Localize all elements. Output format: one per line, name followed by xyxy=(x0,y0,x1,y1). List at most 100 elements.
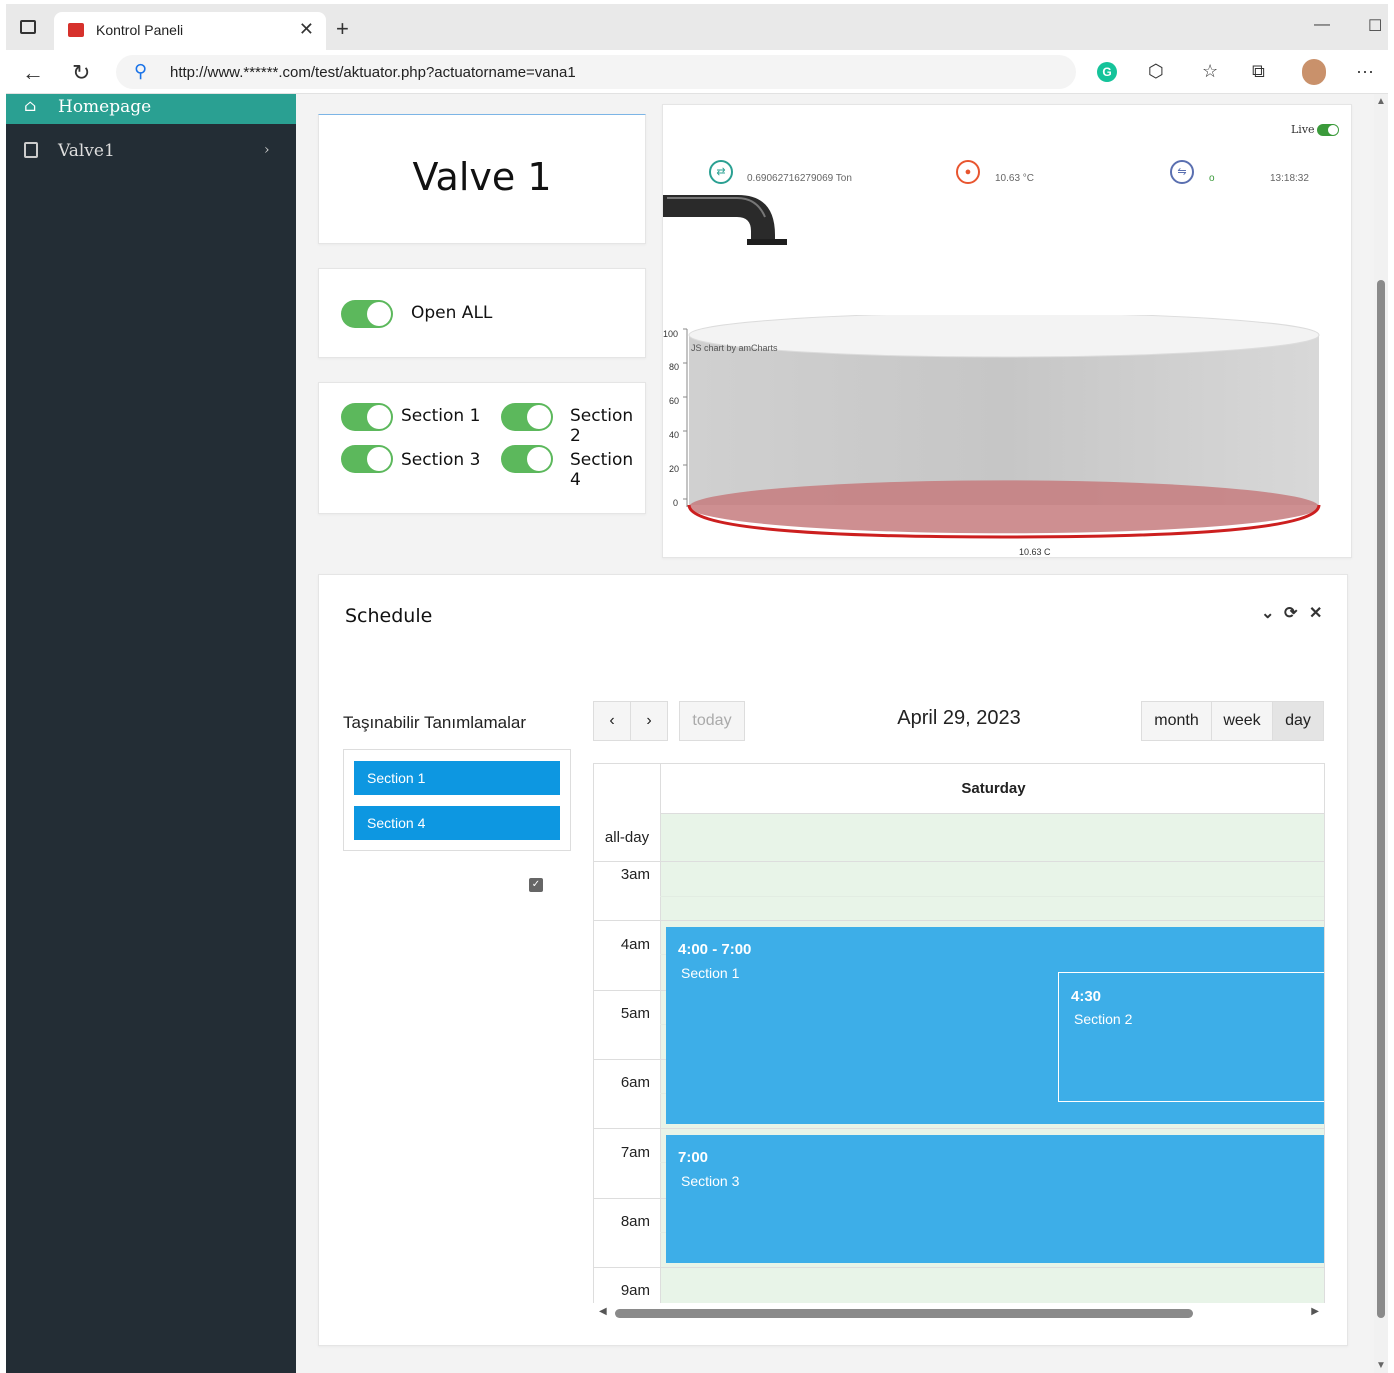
section-2-toggle[interactable] xyxy=(501,403,553,431)
calendar-grid: Saturday all-day 3am 4am 5am 6am 7am 8am… xyxy=(593,763,1325,1323)
minimize-icon[interactable]: — xyxy=(1314,16,1330,34)
scroll-down-icon[interactable]: ▼ xyxy=(1376,1360,1386,1371)
more-menu-icon[interactable]: ··· xyxy=(1356,61,1374,82)
sidebar-item-homepage[interactable]: ⌂ Homepage xyxy=(6,94,296,124)
open-all-label: Open ALL xyxy=(411,303,493,323)
event-time: 4:30 xyxy=(1071,988,1102,1005)
day-view-button[interactable]: day xyxy=(1272,701,1324,741)
calendar-date-title: April 29, 2023 xyxy=(897,707,1021,729)
external-event[interactable]: Section 1 xyxy=(354,761,560,795)
page-scroll-thumb[interactable] xyxy=(1377,280,1385,1318)
schedule-card: Schedule ⌄ ⟳ ✕ Taşınabilir Tanımlamalar … xyxy=(318,574,1348,1346)
status-sensor-icon: ⇋ xyxy=(1170,160,1194,184)
collections-icon[interactable]: ⧉ xyxy=(1252,61,1265,82)
allday-label: all-day xyxy=(594,814,660,862)
grammarly-icon[interactable]: G xyxy=(1097,62,1117,82)
temperature-value: 10.63 °C xyxy=(995,173,1035,184)
scroll-thumb[interactable] xyxy=(615,1309,1193,1318)
section-3-label: Section 3 xyxy=(401,450,481,470)
event-name: Section 1 xyxy=(681,965,740,981)
sidebar-item-valve1[interactable]: Valve1 › xyxy=(6,138,296,168)
url-text: http://www.******.com/test/aktuator.php?… xyxy=(170,64,576,81)
url-field[interactable]: ⚲ http://www.******.com/test/aktuator.ph… xyxy=(116,55,1076,89)
flow-value: 0.69062716279069 Ton xyxy=(747,173,852,184)
home-icon: ⌂ xyxy=(24,96,37,115)
hour-label: 7am xyxy=(620,1144,650,1161)
favicon-icon xyxy=(68,23,84,37)
close-icon[interactable]: ✕ xyxy=(1309,603,1322,623)
week-view-button[interactable]: week xyxy=(1211,701,1273,741)
calendar-event[interactable]: 4:30 Section 2 xyxy=(1058,972,1324,1102)
collapse-icon[interactable]: ⌄ xyxy=(1261,603,1274,623)
today-button[interactable]: today xyxy=(679,701,745,741)
event-time: 4:00 - 7:00 xyxy=(678,941,752,958)
remove-after-drop-checkbox[interactable]: ✓ xyxy=(529,878,543,892)
tank-value-label: 10.63 C xyxy=(1019,547,1051,557)
next-button[interactable]: › xyxy=(630,701,668,741)
hour-label: 3am xyxy=(620,866,650,883)
open-all-card: Open ALL xyxy=(318,268,646,358)
page-scrollbar[interactable]: ▲ ▼ xyxy=(1374,94,1388,1373)
event-time: 7:00 xyxy=(678,1149,709,1166)
calendar-event[interactable]: 7:00 Section 3 xyxy=(666,1135,1324,1263)
sidebar-item-label: Homepage xyxy=(58,97,152,117)
close-tab-icon[interactable]: ✕ xyxy=(299,19,314,40)
hour-label: 5am xyxy=(620,1005,650,1022)
extensions-icon[interactable]: ⬡ xyxy=(1148,61,1164,82)
hour-label: 6am xyxy=(620,1074,650,1091)
favorites-icon[interactable]: ☆ xyxy=(1202,61,1218,82)
calendar-horizontal-scrollbar[interactable]: ◀ ▶ xyxy=(593,1303,1325,1323)
monitor-panel: Live ⇄ 0.69062716279069 Ton ● 10.63 °C ⇋… xyxy=(662,104,1352,558)
address-bar: ← ↻ ⚲ http://www.******.com/test/aktuato… xyxy=(6,50,1388,94)
external-events-list: Section 1 Section 4 xyxy=(343,749,571,851)
profile-avatar[interactable] xyxy=(1302,59,1326,85)
scroll-left-icon[interactable]: ◀ xyxy=(599,1306,607,1317)
section-4-toggle[interactable] xyxy=(501,445,553,473)
maximize-icon[interactable]: ☐ xyxy=(1368,16,1382,36)
hour-label: 9am xyxy=(620,1282,650,1299)
browser-window: Kontrol Paneli ✕ + — ☐ ← ↻ ⚲ http://www.… xyxy=(6,4,1388,1373)
open-all-toggle[interactable] xyxy=(341,300,393,328)
section-1-toggle[interactable] xyxy=(341,403,393,431)
day-header: Saturday xyxy=(660,764,1324,814)
refresh-icon[interactable]: ⟳ xyxy=(1284,603,1297,623)
schedule-title: Schedule xyxy=(345,605,433,627)
search-icon: ⚲ xyxy=(134,61,148,81)
hour-label: 8am xyxy=(620,1213,650,1230)
tank-water-level xyxy=(689,480,1319,534)
valve-title-card: Valve 1 xyxy=(318,114,646,244)
sections-card: Section 1 Section 2 Section 3 Section 4 xyxy=(318,382,646,514)
scroll-right-icon[interactable]: ▶ xyxy=(1311,1306,1319,1317)
valve-title: Valve 1 xyxy=(412,155,552,199)
month-view-button[interactable]: month xyxy=(1141,701,1212,741)
allday-slot[interactable] xyxy=(660,814,1324,862)
live-toggle[interactable] xyxy=(1317,124,1339,136)
tab-bar: Kontrol Paneli ✕ + — ☐ xyxy=(6,4,1388,50)
flow-sensor-icon: ⇄ xyxy=(709,160,733,184)
copy-icon xyxy=(24,142,38,158)
tab-actions-icon[interactable] xyxy=(20,20,36,34)
live-label: Live xyxy=(1291,123,1315,136)
sidebar-item-label: Valve1 xyxy=(58,141,115,161)
new-tab-icon[interactable]: + xyxy=(336,16,349,42)
browser-tab[interactable]: Kontrol Paneli ✕ xyxy=(54,12,326,50)
refresh-icon[interactable]: ↻ xyxy=(72,60,90,86)
hour-label: 4am xyxy=(620,936,650,953)
temperature-sensor-icon: ● xyxy=(956,160,980,184)
time-value: 13:18:32 xyxy=(1270,173,1309,184)
main-content: Valve 1 Open ALL Section 1 Section 2 Sec… xyxy=(296,94,1374,1373)
chart-credit: JS chart by amCharts xyxy=(691,343,778,353)
back-icon[interactable]: ← xyxy=(22,60,44,86)
event-name: Section 2 xyxy=(1074,1011,1133,1027)
chevron-right-icon: › xyxy=(264,142,270,158)
section-2-label: Section 2 xyxy=(570,406,634,446)
external-events-title: Taşınabilir Tanımlamalar xyxy=(343,713,526,732)
section-4-label: Section 4 xyxy=(570,450,634,490)
prev-button[interactable]: ‹ xyxy=(593,701,631,741)
pipe-graphic xyxy=(663,195,787,245)
section-3-toggle[interactable] xyxy=(341,445,393,473)
scroll-up-icon[interactable]: ▲ xyxy=(1376,96,1386,107)
status-value: o xyxy=(1209,173,1215,184)
external-event[interactable]: Section 4 xyxy=(354,806,560,840)
tab-title: Kontrol Paneli xyxy=(96,22,184,38)
